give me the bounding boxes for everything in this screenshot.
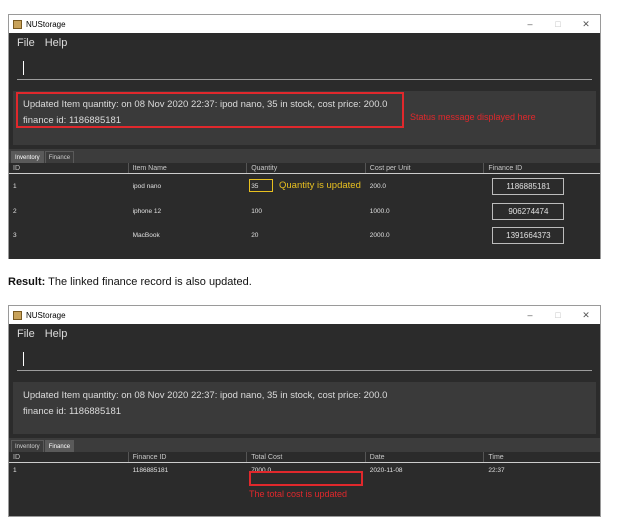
result-label: Result:	[8, 276, 46, 288]
status-box: Updated Item quantity: on 08 Nov 2020 22…	[13, 382, 596, 434]
finance-id-link[interactable]: 1186885181	[492, 178, 565, 195]
cell-time: 22:37	[488, 466, 505, 474]
cell-id: 1	[13, 183, 17, 190]
tab-bar: Inventory Finance	[9, 438, 600, 452]
col-finance-id[interactable]: Finance ID	[484, 163, 600, 173]
tab-bar: Inventory Finance	[9, 149, 600, 163]
col-date[interactable]: Date	[366, 452, 485, 462]
col-finance-id[interactable]: Finance ID	[129, 452, 248, 462]
maximize-button[interactable]: □	[544, 306, 572, 324]
menu-help[interactable]: Help	[45, 37, 68, 49]
cell-item-name: ipod nano	[132, 183, 162, 190]
finance-id-link[interactable]: 906274474	[492, 202, 565, 220]
cell-cost: 1000.0	[369, 207, 390, 215]
status-message: Updated Item quantity: on 08 Nov 2020 22…	[23, 388, 387, 420]
quantity-note: Quantity is updated	[279, 180, 361, 191]
cell-id: 2	[13, 207, 17, 215]
result-caption: Result: The linked finance record is als…	[8, 276, 252, 288]
col-item-name[interactable]: Item Name	[129, 163, 248, 173]
menu-bar: File Help	[9, 324, 600, 344]
window-title: NUStorage	[26, 310, 66, 320]
command-area	[9, 53, 600, 87]
status-note: Status message displayed here	[410, 112, 536, 122]
table-row[interactable]: 2 iphone 12 100 1000.0 906274474	[9, 199, 600, 223]
app-icon	[13, 310, 22, 320]
command-input[interactable]	[17, 57, 592, 80]
text-caret	[23, 352, 24, 366]
menu-bar: File Help	[9, 33, 600, 53]
command-input[interactable]	[17, 348, 592, 371]
finance-id-link[interactable]: 1391664373	[492, 226, 565, 244]
quantity-highlight-box	[249, 179, 273, 192]
text-caret	[23, 61, 24, 75]
maximize-button[interactable]: □	[544, 15, 572, 33]
cell-quantity: 100	[251, 207, 263, 215]
col-id[interactable]: ID	[9, 163, 129, 173]
cell-date: 2020-11-08	[369, 466, 403, 474]
cell-item-name: MacBook	[132, 231, 160, 239]
menu-file[interactable]: File	[17, 37, 35, 49]
inventory-table: ID Item Name Quantity Cost per Unit Fina…	[9, 163, 600, 259]
tab-inventory[interactable]: Inventory	[11, 151, 44, 163]
window-title: NUStorage	[26, 19, 66, 29]
col-cost-per-unit[interactable]: Cost per Unit	[366, 163, 485, 173]
cell-cost: 200.0	[369, 183, 387, 190]
app-icon	[13, 19, 22, 29]
cell-cost: 2000.0	[369, 231, 390, 239]
minimize-button[interactable]: –	[516, 15, 544, 33]
status-line-1: Updated Item quantity: on 08 Nov 2020 22…	[23, 390, 388, 401]
col-time[interactable]: Time	[484, 452, 600, 462]
cell-quantity: 20	[251, 231, 259, 239]
table-header: ID Item Name Quantity Cost per Unit Fina…	[9, 163, 600, 174]
title-bar: NUStorage – □ ✕	[9, 15, 600, 33]
status-highlight-box	[16, 92, 404, 128]
result-text: The linked finance record is also update…	[45, 276, 252, 288]
cell-finance-id: 1186885181	[132, 466, 169, 474]
col-id[interactable]: ID	[9, 452, 129, 462]
menu-help[interactable]: Help	[45, 328, 68, 340]
tab-finance[interactable]: Finance	[44, 151, 75, 163]
cell-item-name: iphone 12	[132, 207, 162, 215]
cell-id: 3	[13, 231, 17, 239]
table-header: ID Finance ID Total Cost Date Time	[9, 452, 600, 463]
total-cost-note: The total cost is updated	[249, 489, 348, 499]
tab-inventory[interactable]: Inventory	[11, 440, 44, 452]
command-area	[9, 344, 600, 378]
close-button[interactable]: ✕	[572, 15, 600, 33]
table-row[interactable]: 3 MacBook 20 2000.0 1391664373	[9, 223, 600, 247]
col-quantity[interactable]: Quantity	[247, 163, 366, 173]
title-bar: NUStorage – □ ✕	[9, 306, 600, 324]
col-total-cost[interactable]: Total Cost	[247, 452, 366, 462]
menu-file[interactable]: File	[17, 328, 35, 340]
cell-id: 1	[13, 466, 17, 474]
status-area: Updated Item quantity: on 08 Nov 2020 22…	[9, 378, 600, 438]
status-line-2: finance id: 1186885181	[23, 406, 122, 417]
minimize-button[interactable]: –	[516, 306, 544, 324]
close-button[interactable]: ✕	[572, 306, 600, 324]
tab-finance[interactable]: Finance	[44, 440, 75, 452]
app-window-inventory: NUStorage – □ ✕ File Help Updated Item q…	[8, 14, 601, 259]
total-cost-highlight-box	[249, 471, 363, 486]
